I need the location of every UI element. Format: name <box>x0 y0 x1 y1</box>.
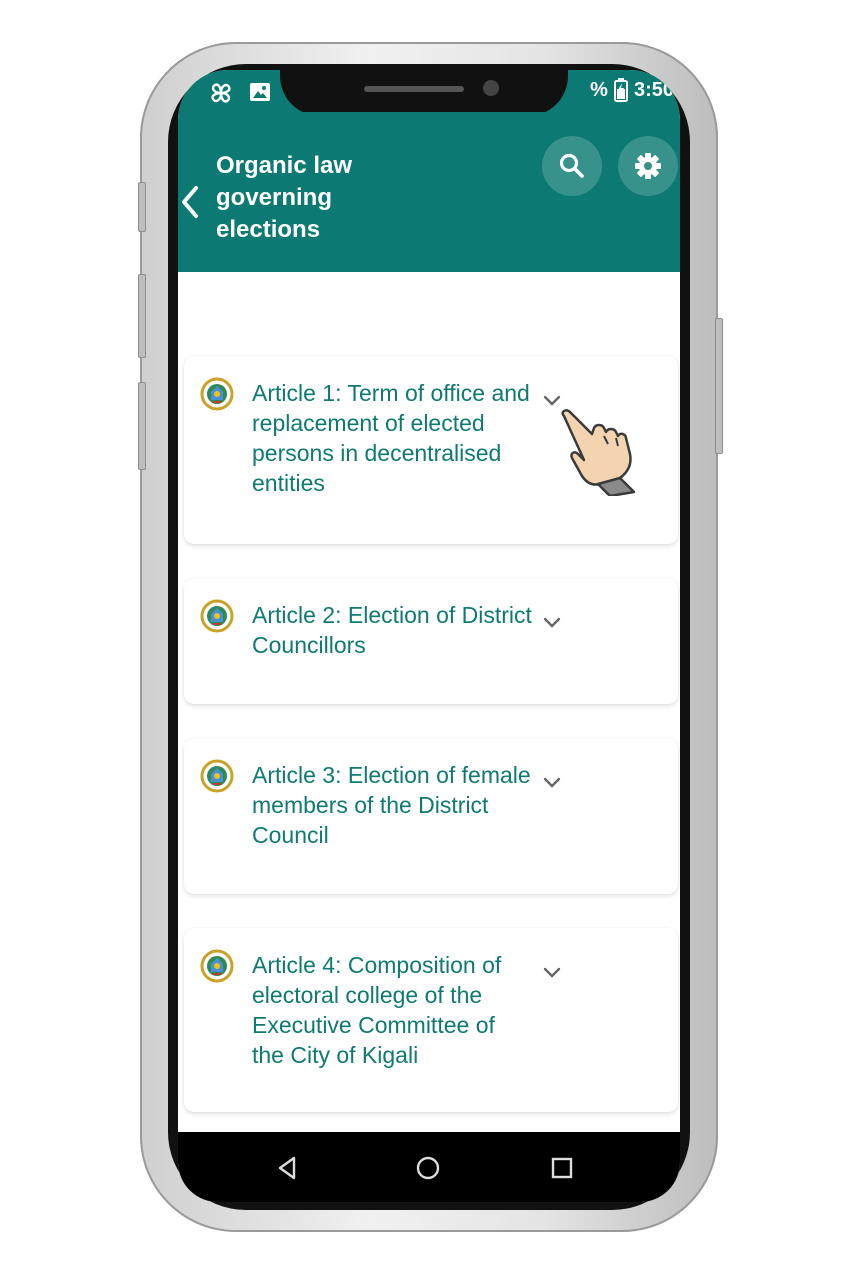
app-screen: % 3:50 Organic law governing elections A… <box>178 70 680 1202</box>
camera-notch <box>280 70 568 116</box>
phone-power-button <box>715 318 723 454</box>
list-item[interactable]: Article 3: Election of female members of… <box>184 738 678 894</box>
chevron-down-icon[interactable] <box>540 770 564 794</box>
list-item[interactable]: Article 2: Election of District Councill… <box>184 578 678 704</box>
article-title: Article 3: Election of female members of… <box>252 762 531 848</box>
settings-button[interactable] <box>618 136 678 196</box>
article-title: Article 4: Composition of electoral coll… <box>252 952 502 1068</box>
phone-volume-down <box>138 382 146 470</box>
status-time: 3:50 <box>633 78 674 101</box>
emblem-icon <box>200 949 234 983</box>
gear-icon <box>635 153 661 179</box>
earpiece-speaker <box>364 86 464 92</box>
article-list: Article 1: Term of office and replacemen… <box>178 272 680 1132</box>
chevron-left-icon[interactable] <box>178 182 204 222</box>
chevron-down-icon[interactable] <box>540 960 564 984</box>
page-title: Organic law governing elections <box>216 152 353 243</box>
triangle-back-icon[interactable] <box>274 1154 302 1182</box>
front-camera <box>483 80 499 96</box>
app-bar: Organic law governing elections <box>178 112 680 272</box>
battery-icon <box>613 78 628 102</box>
tap-hand-icon <box>561 409 636 496</box>
battery-percent-text: % <box>590 78 608 101</box>
phone-side-button <box>138 182 146 232</box>
image-icon <box>250 83 270 101</box>
list-item[interactable]: Article 4: Composition of electoral coll… <box>184 928 678 1112</box>
status-icons-left <box>208 80 272 106</box>
chevron-down-icon[interactable] <box>540 610 564 634</box>
emblem-icon <box>200 599 234 633</box>
emblem-icon <box>200 377 234 411</box>
square-recents-icon[interactable] <box>548 1154 576 1182</box>
status-icons-right: % 3:50 <box>590 78 674 102</box>
emblem-icon <box>200 759 234 793</box>
search-button[interactable] <box>542 136 602 196</box>
article-title: Article 1: Term of office and replacemen… <box>252 380 530 496</box>
pinwheel-icon <box>211 83 231 103</box>
article-title: Article 2: Election of District Councill… <box>252 602 532 658</box>
search-icon <box>559 153 584 178</box>
circle-home-icon[interactable] <box>414 1154 442 1182</box>
phone-volume-up <box>138 274 146 358</box>
system-nav-bar <box>178 1132 680 1202</box>
